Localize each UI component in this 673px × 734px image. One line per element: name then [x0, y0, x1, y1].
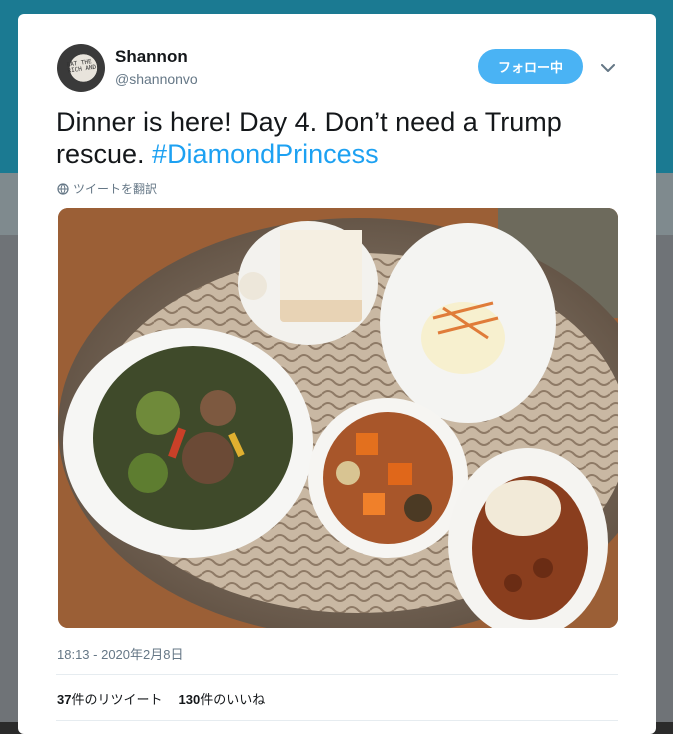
chevron-down-icon[interactable]	[598, 58, 618, 78]
likes-stat[interactable]: 130件のいいね	[178, 689, 265, 708]
retweets-label: 件のリツイート	[71, 692, 163, 707]
likes-count: 130	[178, 692, 201, 707]
hashtag-link[interactable]: #DiamondPrincess	[152, 139, 379, 169]
retweets-stat[interactable]: 37件のリツイート	[57, 689, 162, 708]
user-display-name[interactable]: Shannon	[115, 47, 188, 67]
translate-label: ツイートを翻訳	[73, 182, 158, 196]
tweet-stats: 37件のリツイート 130件のいいね	[57, 689, 265, 708]
avatar-shirt-text: EAT THE RICH AND	[66, 58, 97, 75]
tweet-card: EAT THE RICH AND Shannon @shannonvo フォロー…	[18, 14, 656, 734]
user-handle[interactable]: @shannonvo	[115, 71, 198, 87]
dinner-photo-illustration	[58, 208, 618, 628]
likes-label: 件のいいね	[200, 692, 266, 707]
divider	[56, 720, 618, 721]
following-button[interactable]: フォロー中	[478, 49, 583, 84]
tweet-text: Dinner is here! Day 4. Don’t need a Trum…	[56, 106, 636, 170]
globe-icon	[57, 182, 69, 195]
translate-tweet-link[interactable]: ツイートを翻訳	[57, 180, 157, 197]
tweet-timestamp[interactable]: 18:13 - 2020年2月8日	[57, 644, 183, 663]
divider	[56, 674, 618, 675]
retweets-count: 37	[57, 692, 72, 707]
avatar[interactable]: EAT THE RICH AND	[57, 44, 105, 92]
tweet-photo[interactable]	[58, 208, 618, 628]
